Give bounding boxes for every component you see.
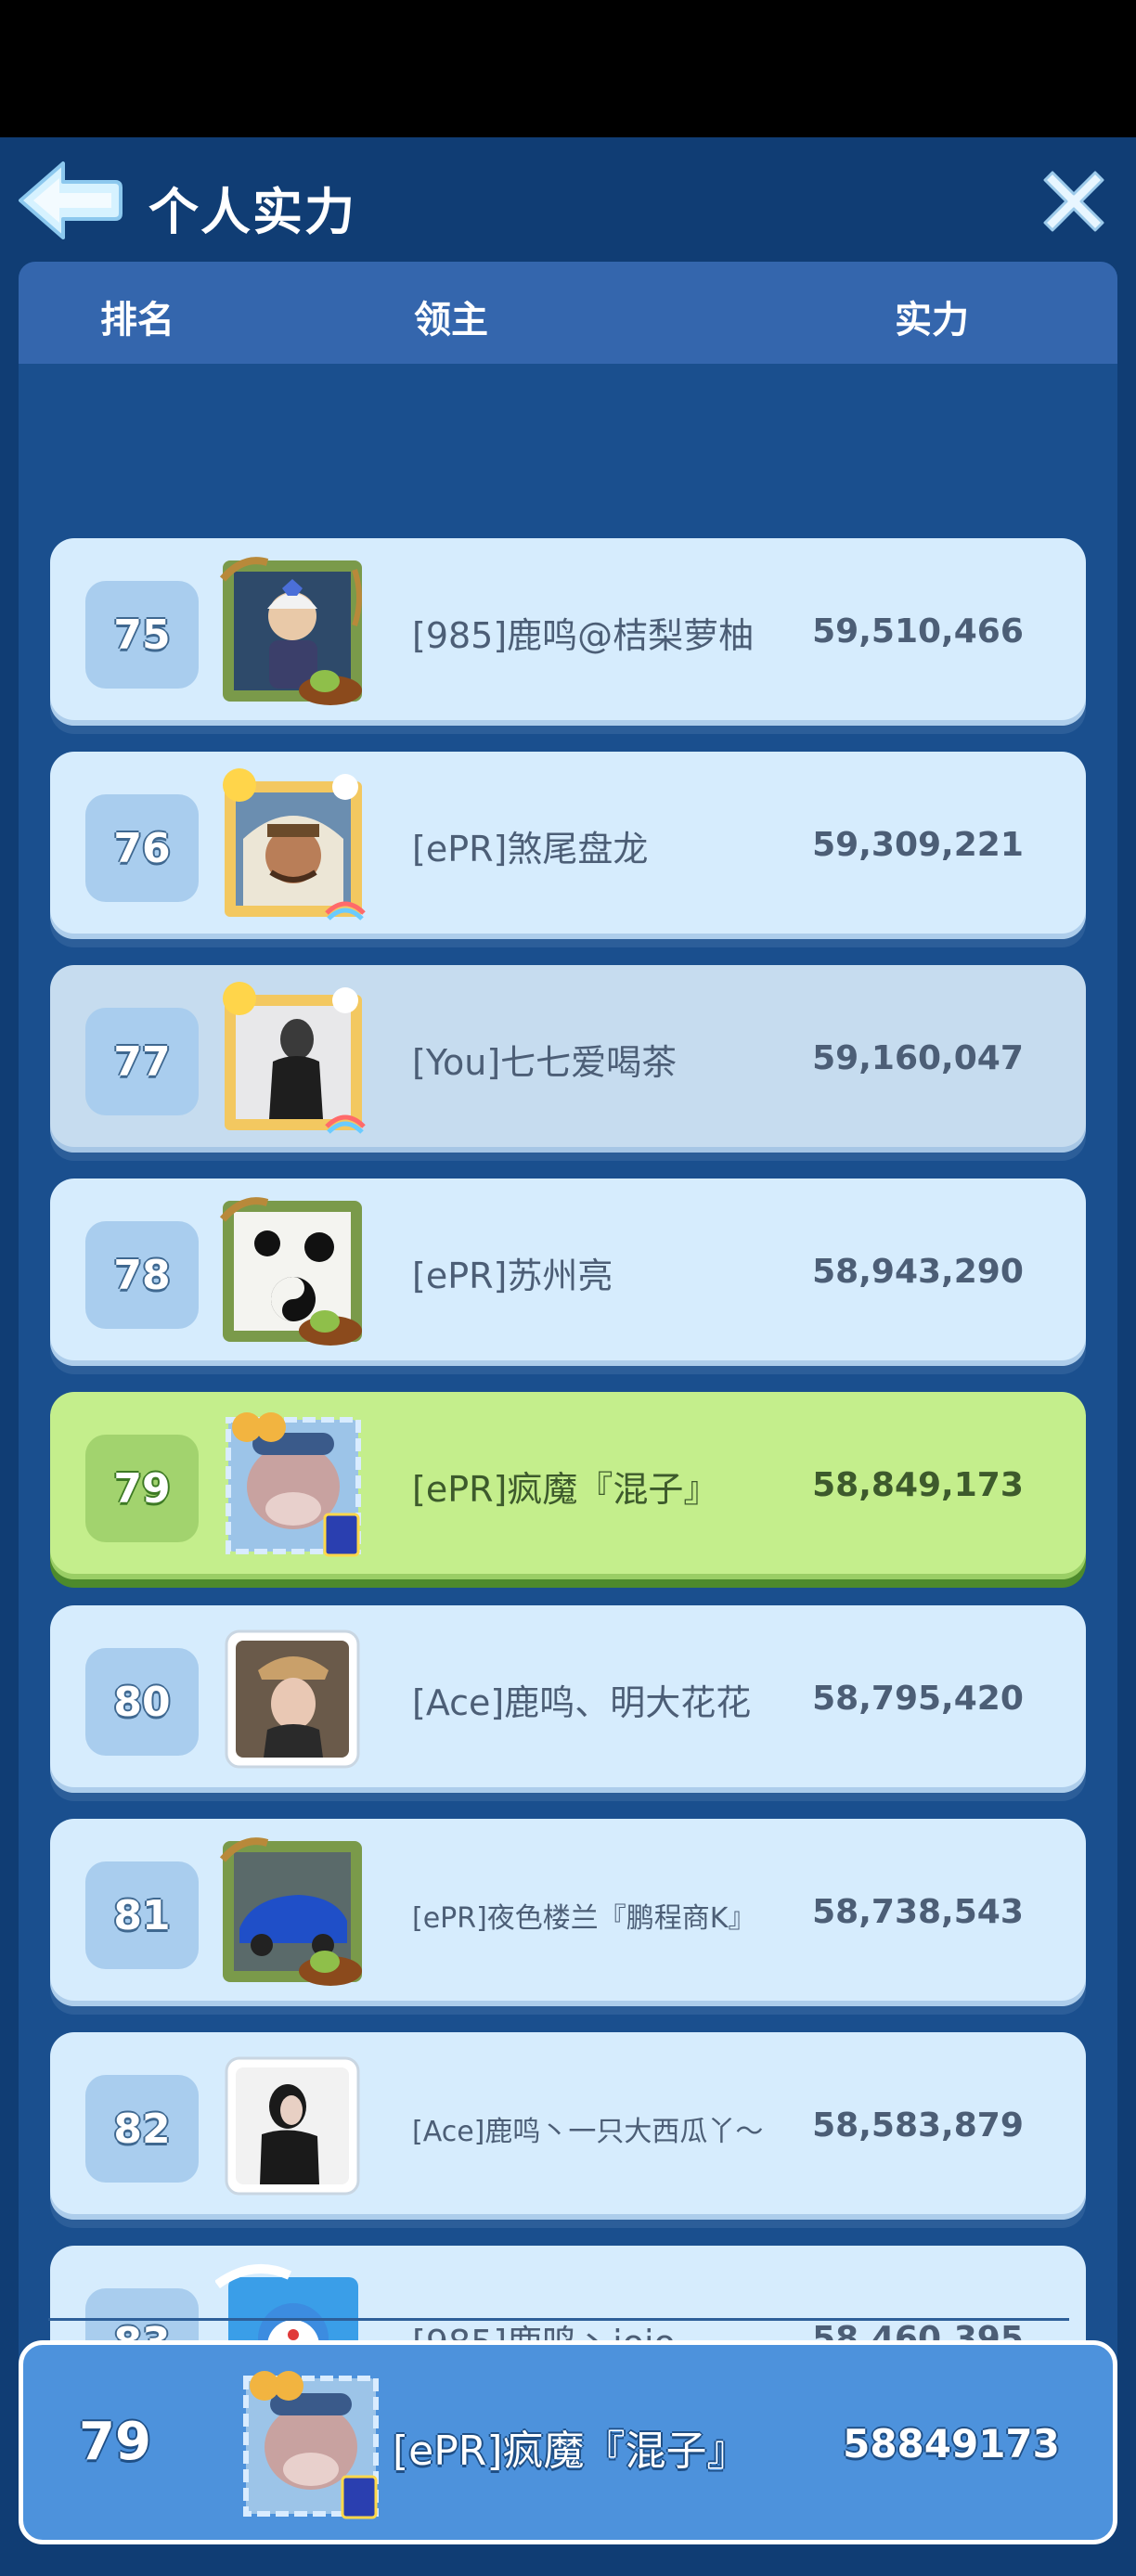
status-bar	[0, 0, 1136, 137]
player-avatar[interactable]	[215, 1618, 369, 1778]
power-value: 59,309,221	[812, 826, 1024, 864]
player-name: [Ace]鹿鸣、明大花花	[412, 1682, 752, 1723]
ranking-row[interactable]: 81 [ePR]夜色楼兰『鹏程商K』 58,738,543	[50, 1819, 1086, 2006]
page-title: 个人实力	[148, 183, 356, 241]
rank-number: 81	[113, 1891, 171, 1939]
column-power: 实力	[895, 299, 969, 341]
rank-number: 76	[113, 824, 171, 872]
player-avatar[interactable]	[215, 1191, 369, 1351]
rank-badge: 76	[85, 794, 199, 902]
rank-badge: 79	[85, 1435, 199, 1542]
ranking-row[interactable]: 80 [Ace]鹿鸣、明大花花 58,795,420	[50, 1605, 1086, 1793]
my-ranking-bar[interactable]: 79 [ePR]疯魔『混子』 58849173	[19, 2340, 1117, 2544]
player-name: [985]鹿鸣@桔梨萝柚	[412, 615, 755, 656]
rank-number: 82	[113, 2105, 171, 2153]
ranking-row[interactable]: 78 [ePR]苏州亮 58,943,290	[50, 1179, 1086, 1366]
player-name: [Ace]鹿鸣丶一只大西瓜丫～	[412, 2116, 764, 2148]
player-avatar[interactable]	[215, 1832, 369, 1991]
table-header: 排名 领主 实力	[19, 262, 1117, 364]
list-divider	[48, 2318, 1069, 2321]
power-value: 59,510,466	[812, 612, 1024, 650]
column-lord: 领主	[414, 299, 488, 341]
power-value: 58,583,879	[812, 2106, 1024, 2145]
player-name: [You]七七爱喝茶	[412, 1042, 678, 1083]
player-avatar[interactable]	[215, 978, 369, 1138]
my-rank-number: 79	[79, 2412, 151, 2472]
power-value: 58,943,290	[812, 1253, 1024, 1291]
player-avatar[interactable]	[215, 1405, 369, 1565]
player-avatar[interactable]	[215, 2045, 369, 2205]
my-avatar[interactable]	[233, 2360, 387, 2527]
player-avatar[interactable]	[215, 551, 369, 711]
rank-badge: 75	[85, 581, 199, 689]
rank-badge: 80	[85, 1648, 199, 1756]
close-x-icon[interactable]	[1041, 169, 1106, 234]
power-value: 58,738,543	[812, 1893, 1024, 1931]
ranking-row[interactable]: 76 [ePR]煞尾盘龙 59,309,221	[50, 752, 1086, 939]
rank-number: 80	[113, 1678, 171, 1726]
rank-badge: 77	[85, 1008, 199, 1115]
rank-badge: 78	[85, 1221, 199, 1329]
rank-badge: 82	[85, 2075, 199, 2183]
column-rank: 排名	[100, 299, 174, 341]
ranking-screen: 个人实力 排名 领主 实力 75 [985]鹿鸣@桔梨萝柚 59,510,466…	[0, 137, 1136, 2576]
rank-number: 77	[113, 1037, 171, 1086]
back-arrow-icon[interactable]	[15, 156, 126, 245]
player-name: [ePR]煞尾盘龙	[412, 829, 649, 869]
player-name: [ePR]苏州亮	[412, 1256, 613, 1296]
ranking-row[interactable]: 77 [You]七七爱喝茶 59,160,047	[50, 965, 1086, 1153]
player-name: [ePR]疯魔『混子』	[412, 1469, 719, 1510]
my-power-value: 58849173	[843, 2421, 1060, 2467]
ranking-row[interactable]: 75 [985]鹿鸣@桔梨萝柚 59,510,466	[50, 538, 1086, 726]
my-player-name: [ePR]疯魔『混子』	[393, 2428, 748, 2475]
rank-number: 79	[113, 1464, 171, 1513]
ranking-row-current-player[interactable]: 79 [ePR]疯魔『混子』 58,849,173	[50, 1392, 1086, 1579]
power-value: 59,160,047	[812, 1039, 1024, 1077]
ranking-row[interactable]: 82 [Ace]鹿鸣丶一只大西瓜丫～ 58,583,879	[50, 2032, 1086, 2220]
rank-number: 78	[113, 1251, 171, 1299]
player-avatar[interactable]	[215, 765, 369, 924]
player-name: [ePR]夜色楼兰『鹏程商K』	[412, 1902, 756, 1935]
rank-badge: 81	[85, 1861, 199, 1969]
rank-number: 75	[113, 611, 171, 659]
power-value: 58,795,420	[812, 1680, 1024, 1718]
ranking-panel: 排名 领主 实力 75 [985]鹿鸣@桔梨萝柚 59,510,466 76 […	[19, 262, 1117, 2433]
power-value: 58,849,173	[812, 1466, 1024, 1504]
